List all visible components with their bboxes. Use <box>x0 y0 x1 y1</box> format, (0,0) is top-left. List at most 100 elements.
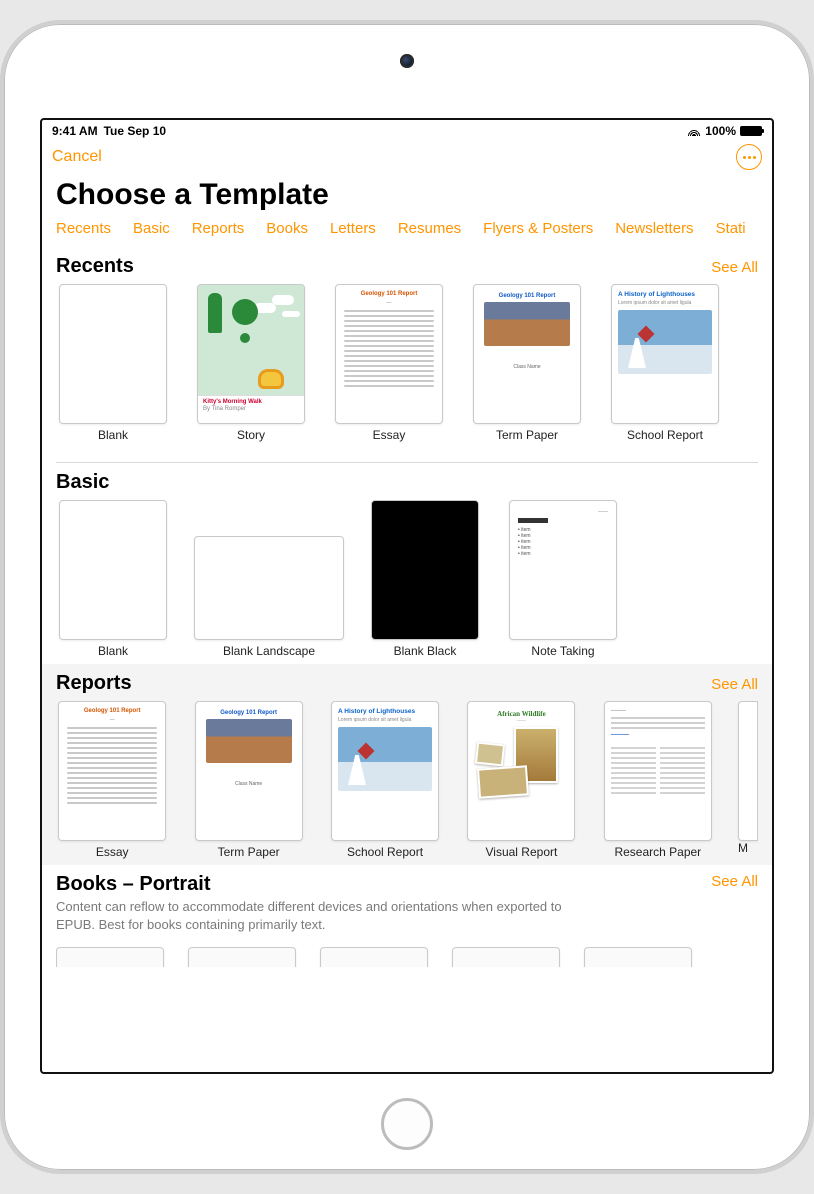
category-letters[interactable]: Letters <box>330 220 376 237</box>
section-basic: Basic Blank Blank Landscape Blank Black <box>42 463 772 664</box>
nav-bar: Cancel <box>42 140 772 174</box>
category-resumes[interactable]: Resumes <box>398 220 461 237</box>
category-recents[interactable]: Recents <box>56 220 111 237</box>
template-blank-basic[interactable]: Blank <box>56 500 170 658</box>
school-mini-title: A History of Lighthouses <box>338 708 432 715</box>
template-thumb: Geology 101 Report Class Name <box>195 701 303 841</box>
template-term-paper[interactable]: Geology 101 Report Class Name Term Paper <box>470 284 584 442</box>
story-caption-sub: By Tina Romper <box>203 406 299 413</box>
see-all-recents[interactable]: See All <box>711 259 758 276</box>
section-title-basic: Basic <box>56 471 109 494</box>
category-newsletters[interactable]: Newsletters <box>615 220 693 237</box>
section-reports: Reports See All Geology 101 Report — Ess… <box>42 664 772 865</box>
template-note-taking[interactable]: —— itemitemitemitemitem Note Taking <box>506 500 620 658</box>
school-mini-sub: Lorem ipsum dolor sit amet ligula <box>338 717 432 723</box>
template-label: Story <box>237 428 265 442</box>
template-visual-report[interactable]: African Wildlife —— Visual Report <box>465 701 577 859</box>
front-camera <box>400 54 414 68</box>
template-thumb: Geology 101 Report — <box>335 284 443 424</box>
story-caption-title: Kitty's Morning Walk <box>203 399 299 406</box>
template-thumb[interactable] <box>56 947 164 967</box>
template-label: Essay <box>373 428 406 442</box>
template-thumb: African Wildlife —— <box>467 701 575 841</box>
term-mini-author: Class Name <box>480 364 574 370</box>
template-thumb: Geology 101 Report Class Name <box>473 284 581 424</box>
template-label: Essay <box>96 845 129 859</box>
template-label: Blank Black <box>394 644 457 658</box>
template-label: Term Paper <box>218 845 280 859</box>
template-label: M <box>738 841 758 855</box>
template-thumb <box>59 500 167 640</box>
category-reports[interactable]: Reports <box>192 220 245 237</box>
template-label: Note Taking <box>531 644 594 658</box>
template-label: Visual Report <box>486 845 558 859</box>
more-options-button[interactable] <box>736 144 762 170</box>
term-mini-title: Geology 101 Report <box>202 710 296 716</box>
page-title: Choose a Template <box>42 174 772 220</box>
essay-mini-title: Geology 101 Report <box>67 708 157 714</box>
home-button[interactable] <box>381 1098 433 1150</box>
section-subtitle-books: Content can reflow to accommodate differ… <box>56 898 596 933</box>
template-thumb: —— itemitemitemitemitem <box>509 500 617 640</box>
template-blank-black[interactable]: Blank Black <box>368 500 482 658</box>
battery-percent: 100% <box>705 124 736 138</box>
template-thumb: A History of Lighthouses Lorem ipsum dol… <box>331 701 439 841</box>
template-blank-landscape[interactable]: Blank Landscape <box>194 500 344 658</box>
template-thumb <box>371 500 479 640</box>
template-essay[interactable]: Geology 101 Report — Essay <box>332 284 446 442</box>
ellipsis-icon <box>743 156 756 159</box>
template-label: Term Paper <box>496 428 558 442</box>
section-books-portrait: Books – Portrait Content can reflow to a… <box>42 865 772 973</box>
essay-mini-title: Geology 101 Report <box>344 291 434 297</box>
template-list[interactable]: Recents See All Blank Kitty's Morning Wa… <box>42 247 772 1072</box>
wifi-icon <box>687 126 701 136</box>
template-thumb: Kitty's Morning Walk By Tina Romper <box>197 284 305 424</box>
template-blank[interactable]: Blank <box>56 284 170 442</box>
cancel-button[interactable]: Cancel <box>52 148 102 166</box>
screen: 9:41 AM Tue Sep 10 100% Cancel Choose a … <box>40 118 774 1074</box>
section-title-recents: Recents <box>56 255 134 278</box>
school-mini-sub: Lorem ipsum dolor sit amet ligula <box>618 300 712 306</box>
status-date: Tue Sep 10 <box>104 124 166 138</box>
template-term-paper-reports[interactable]: Geology 101 Report Class Name Term Paper <box>192 701 304 859</box>
category-basic[interactable]: Basic <box>133 220 170 237</box>
template-label: Blank <box>98 644 128 658</box>
category-flyers-posters[interactable]: Flyers & Posters <box>483 220 593 237</box>
battery-icon <box>740 126 762 136</box>
ipad-device-frame: 9:41 AM Tue Sep 10 100% Cancel Choose a … <box>0 20 814 1174</box>
category-strip[interactable]: Recents Basic Reports Books Letters Resu… <box>42 220 772 247</box>
template-thumb[interactable] <box>452 947 560 967</box>
section-title-books: Books – Portrait <box>56 873 596 896</box>
template-thumb <box>59 284 167 424</box>
school-mini-title: A History of Lighthouses <box>618 291 712 298</box>
section-recents: Recents See All Blank Kitty's Morning Wa… <box>42 247 772 448</box>
template-label: Research Paper <box>614 845 701 859</box>
template-thumb[interactable] <box>188 947 296 967</box>
template-label: Blank <box>98 428 128 442</box>
template-thumb[interactable] <box>320 947 428 967</box>
visual-mini-title: African Wildlife <box>474 710 568 718</box>
template-thumb <box>194 536 344 640</box>
category-books[interactable]: Books <box>266 220 308 237</box>
template-label: School Report <box>347 845 423 859</box>
template-research-paper[interactable]: ——— ——— Research Paper <box>602 701 714 859</box>
see-all-books[interactable]: See All <box>711 873 758 890</box>
template-label: Blank Landscape <box>223 644 315 658</box>
template-school-report[interactable]: A History of Lighthouses Lorem ipsum dol… <box>608 284 722 442</box>
template-thumb: Geology 101 Report — <box>58 701 166 841</box>
see-all-reports[interactable]: See All <box>711 676 758 693</box>
template-story[interactable]: Kitty's Morning Walk By Tina Romper Stor… <box>194 284 308 442</box>
status-bar: 9:41 AM Tue Sep 10 100% <box>42 120 772 140</box>
term-mini-title: Geology 101 Report <box>480 293 574 299</box>
template-thumb: A History of Lighthouses Lorem ipsum dol… <box>611 284 719 424</box>
template-essay-reports[interactable]: Geology 101 Report — Essay <box>56 701 168 859</box>
status-time: 9:41 AM <box>52 124 98 138</box>
template-thumb[interactable] <box>584 947 692 967</box>
category-stationery[interactable]: Stati <box>716 220 746 237</box>
template-partial-next[interactable] <box>738 701 758 841</box>
section-title-reports: Reports <box>56 672 132 695</box>
template-school-report-reports[interactable]: A History of Lighthouses Lorem ipsum dol… <box>329 701 441 859</box>
template-label: School Report <box>627 428 703 442</box>
template-thumb: ——— ——— <box>604 701 712 841</box>
term-mini-author: Class Name <box>202 781 296 787</box>
